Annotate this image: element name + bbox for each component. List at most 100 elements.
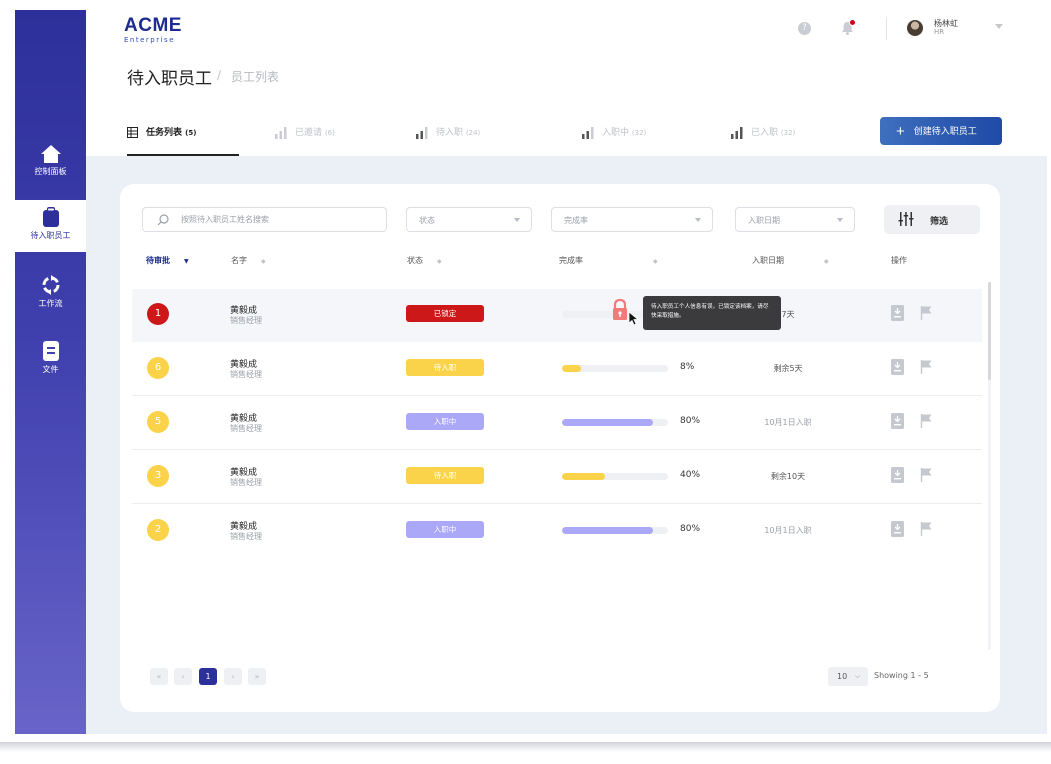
showing-range: Showing 1 - 5	[874, 671, 929, 680]
help-icon[interactable]: ?	[798, 22, 811, 35]
status-select[interactable]: 状态	[406, 207, 532, 232]
tab-onboarded[interactable]: 已入职 (32)	[731, 125, 795, 145]
employee-role: 销售经理	[230, 370, 262, 379]
download-icon[interactable]	[891, 359, 904, 375]
sidebar-item-files[interactable]: 文件	[15, 334, 86, 386]
download-icon[interactable]	[891, 305, 904, 321]
progress-bar	[562, 473, 668, 480]
entry-date-select[interactable]: 入职日期	[735, 207, 855, 232]
tab-invited[interactable]: 已邀请 (6)	[275, 125, 335, 145]
bar-chart-icon	[275, 126, 287, 139]
next-page-button[interactable]: ›	[224, 668, 242, 685]
download-icon[interactable]	[891, 521, 904, 537]
sidebar-item-dashboard[interactable]: 控制面板	[15, 138, 86, 190]
column-header-actions: 操作	[891, 256, 907, 265]
flag-icon[interactable]	[920, 521, 933, 537]
bar-chart-icon	[582, 126, 594, 139]
page-1-button[interactable]: 1	[199, 668, 217, 685]
completion-percent: 40%	[680, 470, 701, 480]
plus-icon: +	[896, 122, 905, 140]
tab-count: (5)	[185, 129, 197, 137]
completion-percent: 80%	[680, 416, 701, 426]
completion-select[interactable]: 完成率	[551, 207, 713, 232]
chevron-down-icon	[695, 218, 701, 222]
download-icon[interactable]	[891, 467, 904, 483]
user-menu-chevron-down-icon[interactable]	[995, 24, 1003, 29]
chevron-down-icon	[514, 218, 520, 222]
status-select-value: 状态	[419, 216, 435, 225]
home-icon	[40, 145, 61, 163]
table-row[interactable]: 1 黄毅成 销售经理 已锁定 待入职员工个人信息有误，已锁定该档案，请尽快采取措…	[132, 289, 982, 342]
download-icon[interactable]	[891, 413, 904, 429]
sidebar: 控制面板 待入职员工 工作流 文件	[15, 10, 86, 734]
flag-icon[interactable]	[920, 305, 933, 321]
table-row[interactable]: 3 黄毅成 销售经理 待入职 40% 剩余10天	[132, 451, 982, 504]
sidebar-item-workflow[interactable]: 工作流	[15, 268, 86, 320]
prev-page-button[interactable]: ‹	[174, 668, 192, 685]
header: ACME Enterprise ? 杨林虹 HR 待入职员工 / 员工列表 任务…	[86, 10, 1047, 156]
lock-icon[interactable]	[612, 299, 628, 321]
tab-count: (6)	[324, 129, 335, 137]
employee-list-card: 状态 完成率 入职日期 筛选 待审批▼ 名字◆ 状态◆ 完成率◆ 入职日期◆ 操…	[120, 184, 1000, 712]
tab-label: 待入职	[436, 128, 464, 138]
first-page-button[interactable]: «	[150, 668, 168, 685]
scrollbar-thumb[interactable]	[988, 282, 991, 380]
sidebar-item-onboarding[interactable]: 待入职员工	[15, 200, 86, 252]
search-icon	[157, 214, 169, 226]
filter-button[interactable]: 筛选	[884, 205, 980, 234]
flag-icon[interactable]	[920, 359, 933, 375]
breadcrumb-separator: /	[217, 68, 222, 82]
status-badge: 待入职	[406, 467, 484, 484]
acme-logo[interactable]: ACME Enterprise	[124, 16, 182, 45]
sliders-icon	[898, 212, 914, 226]
sort-icon: ◆	[653, 258, 658, 265]
employee-role: 销售经理	[230, 316, 262, 325]
status-badge: 入职中	[406, 413, 484, 430]
breadcrumb[interactable]: 员工列表	[231, 68, 279, 85]
notification-badge	[849, 19, 856, 26]
tab-pending[interactable]: 待入职 (24)	[416, 125, 480, 145]
create-button-label: 创建待入职员工	[913, 125, 977, 136]
employee-role: 销售经理	[230, 532, 262, 541]
sort-icon: ◆	[437, 258, 442, 265]
user-role: HR	[934, 28, 945, 36]
column-header-status[interactable]: 状态 ◆	[407, 255, 442, 266]
notification-button[interactable]	[841, 19, 856, 39]
last-page-button[interactable]: »	[248, 668, 266, 685]
tab-label: 入职中	[602, 128, 630, 138]
sidebar-item-label: 待入职员工	[30, 231, 71, 240]
tab-onboarding[interactable]: 入职中 (32)	[582, 125, 646, 145]
flag-icon[interactable]	[920, 413, 933, 429]
page-title: 待入职员工	[127, 69, 212, 89]
workflow-icon	[42, 275, 59, 295]
sort-icon: ◆	[824, 258, 829, 265]
sort-icon: ▼	[184, 258, 189, 265]
tab-label: 任务列表	[146, 128, 183, 138]
avatar[interactable]	[907, 20, 923, 36]
search-box[interactable]	[142, 207, 387, 232]
employee-role: 销售经理	[230, 478, 262, 487]
search-input[interactable]	[181, 212, 376, 227]
flag-icon[interactable]	[920, 467, 933, 483]
sort-icon: ◆	[261, 258, 266, 265]
clipboard-icon	[42, 207, 59, 227]
create-pending-employee-button[interactable]: + 创建待入职员工	[880, 117, 1002, 145]
table-row[interactable]: 2 黄毅成 销售经理 入职中 80% 10月1日入职	[132, 505, 982, 558]
mouse-cursor-icon	[628, 311, 639, 326]
table-row[interactable]: 5 黄毅成 销售经理 入职中 80% 10月1日入职	[132, 397, 982, 450]
status-badge: 已锁定	[406, 305, 484, 322]
entry-date: 剩余10天	[770, 472, 806, 481]
table-row[interactable]: 6 黄毅成 销售经理 待入职 8% 剩余5天	[132, 343, 982, 396]
column-header-entry-date[interactable]: 入职日期 ◆	[752, 255, 829, 266]
sidebar-item-label: 文件	[42, 365, 59, 374]
progress-bar	[562, 419, 668, 426]
tab-task-list[interactable]: 任务列表 (5)	[127, 125, 196, 145]
column-header-name[interactable]: 名字 ◆	[231, 255, 266, 266]
logo-sub: Enterprise	[124, 36, 176, 44]
entry-date: 剩余5天	[773, 364, 803, 373]
column-header-pending-approval[interactable]: 待审批 ▼	[146, 255, 189, 266]
page-size-select[interactable]: 10 ⌵	[828, 667, 868, 686]
status-badge: 待入职	[406, 359, 484, 376]
column-header-completion[interactable]: 完成率 ◆	[559, 255, 658, 266]
document-icon	[42, 341, 59, 361]
